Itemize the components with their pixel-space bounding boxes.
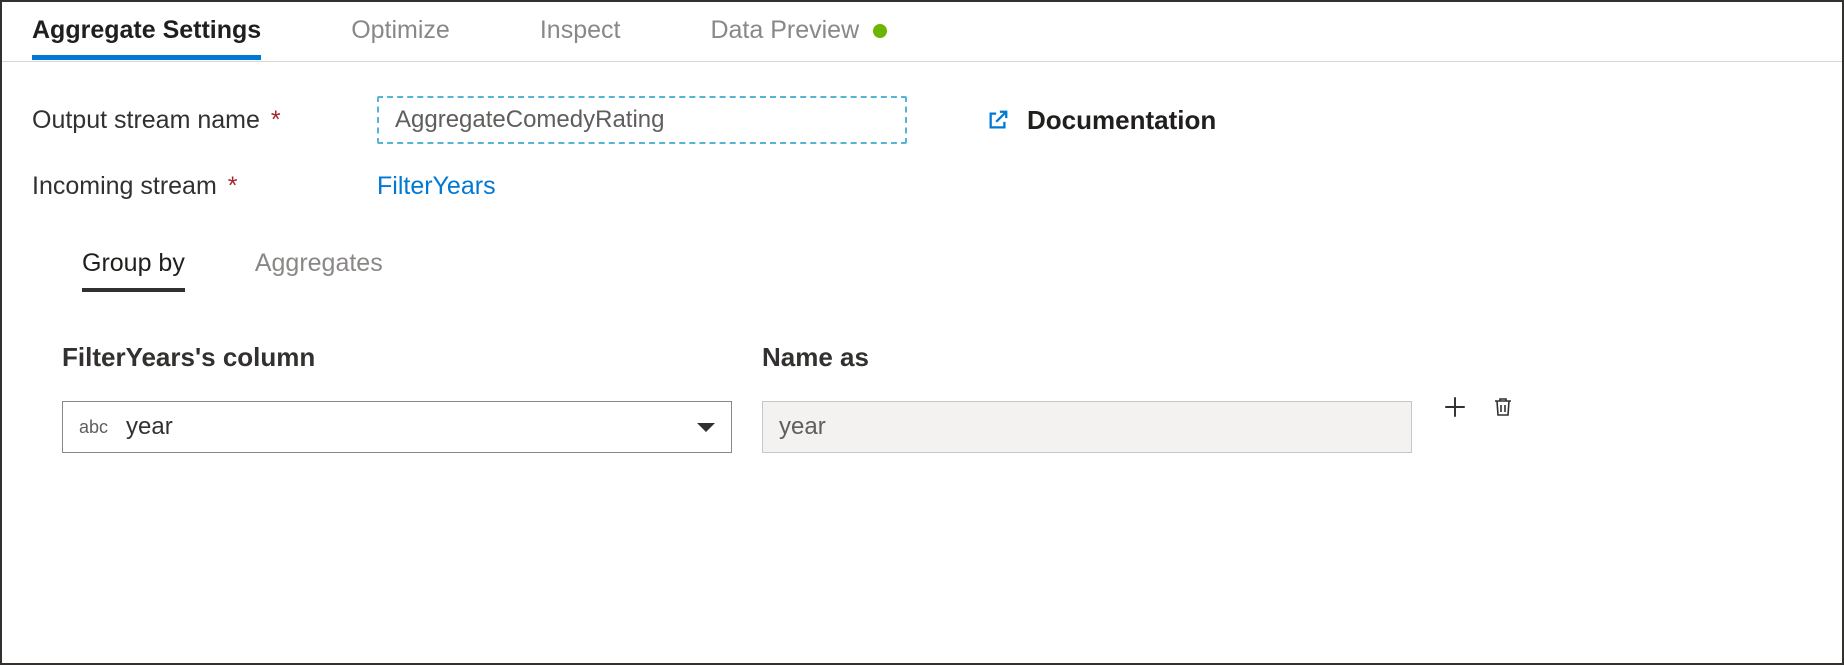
tab-optimize[interactable]: Optimize [351, 12, 450, 59]
column-header: FilterYears's column [62, 342, 732, 373]
dropdown-value: year [126, 413, 697, 441]
tab-label: Data Preview [710, 16, 859, 45]
output-stream-label: Output stream name * [32, 106, 377, 135]
chevron-down-icon [697, 423, 715, 432]
incoming-stream-row: Incoming stream * FilterYears [32, 172, 1812, 201]
form-area: Output stream name * Documentation Incom… [2, 62, 1842, 453]
type-badge: abc [79, 417, 108, 438]
subtab-aggregates[interactable]: Aggregates [255, 249, 383, 292]
delete-row-button[interactable] [1490, 394, 1516, 420]
documentation-link[interactable]: Documentation [987, 105, 1216, 136]
tab-data-preview[interactable]: Data Preview [710, 12, 887, 59]
status-dot-icon [873, 24, 887, 38]
column-selector-col: FilterYears's column abc year [62, 342, 732, 453]
tab-label: Inspect [540, 16, 621, 45]
tab-label: Optimize [351, 16, 450, 45]
trash-icon [1491, 395, 1515, 419]
sub-tabstrip: Group by Aggregates [32, 229, 1812, 292]
subtab-label: Aggregates [255, 249, 383, 277]
required-asterisk: * [271, 106, 281, 134]
external-link-icon [987, 109, 1009, 131]
tab-inspect[interactable]: Inspect [540, 12, 621, 59]
subtab-group-by[interactable]: Group by [82, 249, 185, 292]
row-actions [1442, 394, 1516, 420]
name-as-header: Name as [762, 342, 1412, 373]
plus-icon [1442, 394, 1468, 420]
documentation-label: Documentation [1027, 105, 1216, 136]
subtab-label: Group by [82, 249, 185, 277]
add-row-button[interactable] [1442, 394, 1468, 420]
group-by-grid: FilterYears's column abc year Name as [32, 292, 1812, 453]
label-text: Output stream name [32, 106, 260, 134]
tab-label: Aggregate Settings [32, 16, 261, 45]
column-dropdown[interactable]: abc year [62, 401, 732, 453]
name-as-input[interactable] [762, 401, 1412, 453]
tab-aggregate-settings[interactable]: Aggregate Settings [32, 12, 261, 60]
label-text: Incoming stream [32, 172, 217, 200]
incoming-stream-link[interactable]: FilterYears [377, 172, 496, 201]
output-stream-name-input[interactable] [377, 96, 907, 144]
required-asterisk: * [228, 172, 238, 200]
aggregate-settings-panel: Aggregate Settings Optimize Inspect Data… [0, 0, 1844, 665]
incoming-stream-label: Incoming stream * [32, 172, 377, 201]
main-tabstrip: Aggregate Settings Optimize Inspect Data… [2, 2, 1842, 62]
name-as-col: Name as [762, 342, 1412, 453]
output-stream-row: Output stream name * Documentation [32, 96, 1812, 144]
